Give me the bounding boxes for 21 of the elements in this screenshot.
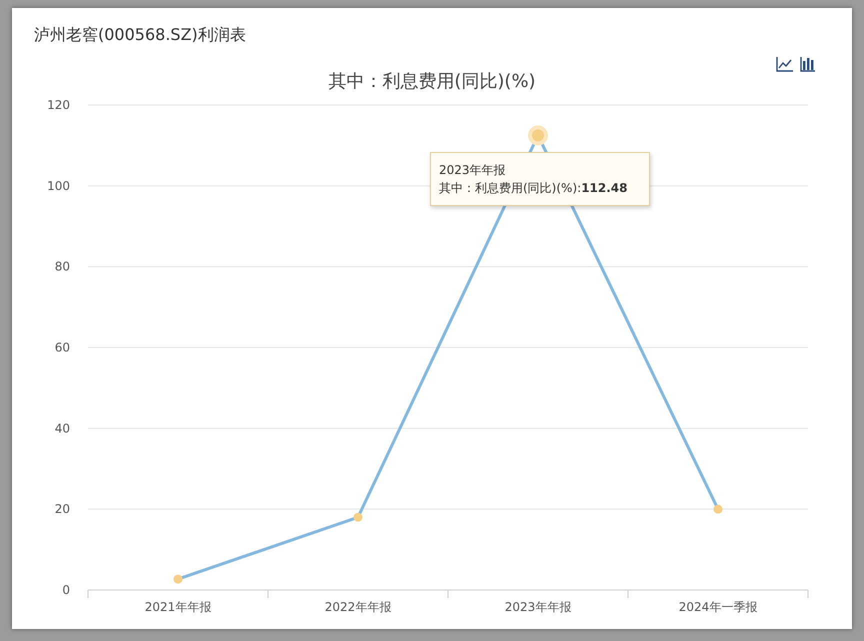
data-point[interactable] bbox=[528, 125, 548, 146]
tooltip-value: 其中：利息费用(同比)(%):112.48 bbox=[439, 180, 628, 197]
axis-category-label: 2022年年报 bbox=[324, 600, 392, 614]
tooltip-title: 2023年年报 bbox=[439, 162, 507, 179]
axis-category-label: 2024年一季报 bbox=[678, 600, 758, 614]
axis-tick-label: 100 bbox=[47, 178, 70, 193]
line-chart-icon[interactable] bbox=[776, 56, 794, 72]
axis-tick-label: 20 bbox=[54, 502, 70, 516]
axis-category-label: 2021年年报 bbox=[144, 600, 212, 614]
axis-tick-label: 60 bbox=[54, 340, 70, 354]
axis-category-label: 2023年年报 bbox=[504, 600, 572, 614]
data-point[interactable] bbox=[174, 574, 182, 584]
data-point[interactable] bbox=[354, 512, 362, 522]
axis-tick-label: 80 bbox=[54, 260, 70, 274]
data-point[interactable] bbox=[714, 504, 722, 514]
bar-chart-icon[interactable] bbox=[800, 56, 816, 72]
axis-tick-label: 0 bbox=[62, 583, 70, 597]
report-title: 泸州老窖(000568.SZ)利润表 bbox=[33, 24, 246, 46]
axis-tick-label: 120 bbox=[47, 98, 70, 112]
chart-title: 其中：利息费用(同比)(%) bbox=[328, 70, 536, 94]
axis-tick-label: 40 bbox=[54, 421, 70, 436]
